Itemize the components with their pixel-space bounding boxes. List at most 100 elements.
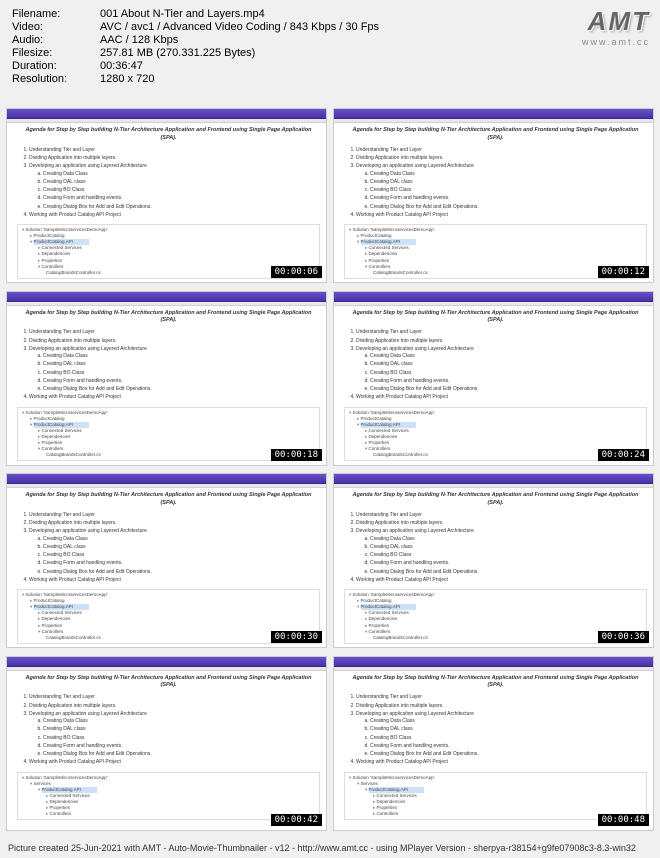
list-item: Creating BO Class xyxy=(370,735,647,742)
thumbnail: Agenda for Step by Step building N-Tier … xyxy=(333,656,654,831)
list-item: Creating Data Class xyxy=(43,171,320,178)
window-titlebar xyxy=(7,292,326,302)
list-item: Working with Product Catalog API Project xyxy=(356,577,647,584)
sub-list: Creating Data ClassCreating DAL classCre… xyxy=(356,718,647,758)
list-item: Developing an application using Layered … xyxy=(29,163,320,211)
slide-heading: Agenda for Step by Step building N-Tier … xyxy=(344,675,647,691)
slide-content: Agenda for Step by Step building N-Tier … xyxy=(334,123,653,222)
timestamp-badge: 00:00:42 xyxy=(271,814,322,826)
meta-label: Video: xyxy=(12,21,100,33)
agenda-list: Understanding Tier and Layer Dividing Ap… xyxy=(17,694,320,766)
thumbnail: Agenda for Step by Step building N-Tier … xyxy=(333,473,654,648)
list-item: Dividing Application into multiple layer… xyxy=(29,520,320,527)
meta-video: Video: AVC / avc1 / Advanced Video Codin… xyxy=(12,21,648,33)
sub-list: Creating Data ClassCreating DAL classCre… xyxy=(356,171,647,211)
list-item: Working with Product Catalog API Project xyxy=(29,759,320,766)
list-item: Creating Dialog Box for Add and Edit Ope… xyxy=(370,386,647,393)
list-item: Creating DAL class xyxy=(370,544,647,551)
meta-value: 00:36:47 xyxy=(100,60,143,72)
list-item: Creating BO Class xyxy=(370,552,647,559)
list-item: Creating DAL class xyxy=(43,544,320,551)
list-item: Understanding Tier and Layer xyxy=(356,694,647,701)
meta-label: Resolution: xyxy=(12,73,100,85)
meta-audio: Audio: AAC / 128 Kbps xyxy=(12,34,648,46)
slide-heading: Agenda for Step by Step building N-Tier … xyxy=(17,492,320,508)
list-item: Developing an application using Layered … xyxy=(29,711,320,759)
slide-heading: Agenda for Step by Step building N-Tier … xyxy=(344,127,647,143)
timestamp-badge: 00:00:30 xyxy=(271,631,322,643)
meta-value: AVC / avc1 / Advanced Video Coding / 843… xyxy=(100,21,379,33)
list-item: Creating DAL class xyxy=(43,179,320,186)
slide-heading: Agenda for Step by Step building N-Tier … xyxy=(17,675,320,691)
list-item: Dividing Application into multiple layer… xyxy=(29,338,320,345)
meta-filename: Filename: 001 About N-Tier and Layers.mp… xyxy=(12,8,648,20)
window-titlebar xyxy=(334,109,653,119)
list-item: Understanding Tier and Layer xyxy=(356,329,647,336)
slide-content: Agenda for Step by Step building N-Tier … xyxy=(334,306,653,405)
window-titlebar xyxy=(334,292,653,302)
list-item: Developing an application using Layered … xyxy=(29,346,320,394)
list-item: Creating Data Class xyxy=(370,718,647,725)
timestamp-badge: 00:00:48 xyxy=(598,814,649,826)
list-item: Developing an application using Layered … xyxy=(356,528,647,576)
list-item: Understanding Tier and Layer xyxy=(29,512,320,519)
thumbnail: Agenda for Step by Step building N-Tier … xyxy=(6,108,327,283)
thumbnail: Agenda for Step by Step building N-Tier … xyxy=(333,291,654,466)
timestamp-badge: 00:00:12 xyxy=(598,266,649,278)
timestamp-badge: 00:00:06 xyxy=(271,266,322,278)
sub-list: Creating Data ClassCreating DAL classCre… xyxy=(356,353,647,393)
list-item: Creating BO Class xyxy=(43,187,320,194)
meta-label: Filename: xyxy=(12,8,100,20)
agenda-list: Understanding Tier and Layer Dividing Ap… xyxy=(17,147,320,219)
window-titlebar xyxy=(7,474,326,484)
meta-label: Audio: xyxy=(12,34,100,46)
list-item: Working with Product Catalog API Project xyxy=(356,212,647,219)
slide-heading: Agenda for Step by Step building N-Tier … xyxy=(17,127,320,143)
list-item: Developing an application using Layered … xyxy=(356,346,647,394)
list-item: Understanding Tier and Layer xyxy=(356,512,647,519)
meta-label: Duration: xyxy=(12,60,100,72)
list-item: Creating Form and handling events. xyxy=(370,378,647,385)
list-item: Creating Form and handling events. xyxy=(43,378,320,385)
sub-list: Creating Data ClassCreating DAL classCre… xyxy=(356,536,647,576)
list-item: Creating Form and handling events. xyxy=(43,195,320,202)
list-item: Creating Data Class xyxy=(43,718,320,725)
meta-value: 1280 x 720 xyxy=(100,73,154,85)
sub-list: Creating Data ClassCreating DAL classCre… xyxy=(29,718,320,758)
list-item: Dividing Application into multiple layer… xyxy=(29,155,320,162)
agenda-list: Understanding Tier and Layer Dividing Ap… xyxy=(344,147,647,219)
slide-content: Agenda for Step by Step building N-Tier … xyxy=(334,671,653,770)
list-item: Creating Data Class xyxy=(370,353,647,360)
list-item: Creating BO Class xyxy=(370,187,647,194)
list-item: Dividing Application into multiple layer… xyxy=(356,338,647,345)
list-item: Creating BO Class xyxy=(43,370,320,377)
sub-list: Creating Data ClassCreating DAL classCre… xyxy=(29,171,320,211)
window-titlebar xyxy=(7,657,326,667)
slide-content: Agenda for Step by Step building N-Tier … xyxy=(7,671,326,770)
slide-content: Agenda for Step by Step building N-Tier … xyxy=(334,488,653,587)
sub-list: Creating Data ClassCreating DAL class Cre… xyxy=(29,536,320,576)
list-item: Working with Product Catalog API Project xyxy=(29,212,320,219)
meta-value: AAC / 128 Kbps xyxy=(100,34,178,46)
slide-heading: Agenda for Step by Step building N-Tier … xyxy=(344,310,647,326)
list-item: Understanding Tier and Layer xyxy=(29,694,320,701)
amt-logo: AMT www.amt.cc xyxy=(582,6,650,47)
list-item: Creating Dialog Box for Add and Edit Ope… xyxy=(370,751,647,758)
list-item: Dividing Application into multiple layer… xyxy=(356,155,647,162)
slide-content: Agenda for Step by Step building N-Tier … xyxy=(7,488,326,587)
list-item: Understanding Tier and Layer xyxy=(356,147,647,154)
list-item: Dividing Application into multiple layer… xyxy=(356,703,647,710)
meta-value: 257.81 MB (270.331.225 Bytes) xyxy=(100,47,255,59)
list-item: Creating Form and handling events. xyxy=(370,195,647,202)
thumbnail: Agenda for Step by Step building N-Tier … xyxy=(333,108,654,283)
list-item: Working with Product Catalog API Project xyxy=(29,577,320,584)
list-item: Understanding Tier and Layer xyxy=(29,329,320,336)
list-item: Creating Dialog Box for Add and Edit Ope… xyxy=(43,204,320,211)
slide-heading: Agenda for Step by Step building N-Tier … xyxy=(344,492,647,508)
list-item: Developing an application using Layered … xyxy=(29,528,320,576)
sub-list: Creating Data ClassCreating DAL classCre… xyxy=(29,353,320,393)
list-item: Creating Form and handling events. xyxy=(43,560,320,567)
list-item: Creating Data Class xyxy=(43,536,320,543)
list-item: Creating Dialog Box for Add and Edit Ope… xyxy=(43,386,320,393)
thumbnail: Agenda for Step by Step building N-Tier … xyxy=(6,291,327,466)
